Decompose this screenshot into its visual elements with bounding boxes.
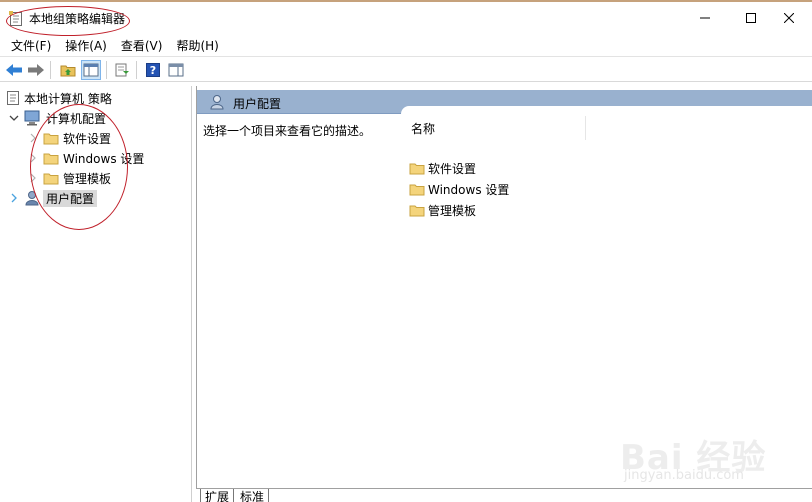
tree-item-label: 管理模板 [63, 171, 112, 186]
toolbar-separator [50, 61, 51, 79]
show-tree-button[interactable] [81, 60, 101, 80]
toolbar-separator [106, 61, 107, 79]
folder-icon [409, 184, 425, 195]
export-list-button[interactable] [112, 60, 132, 80]
tree-item-local-policy[interactable]: 本地计算机 策略 [6, 88, 112, 108]
folder-icon [43, 133, 59, 144]
user-icon [25, 191, 39, 206]
list-item-label: 软件设置 [428, 161, 477, 176]
tree-item-software-settings[interactable]: 软件设置 [43, 128, 111, 148]
chevron-right-icon[interactable] [28, 173, 38, 183]
chevron-right-icon[interactable] [9, 193, 19, 203]
back-icon [6, 64, 22, 76]
menu-bar: 文件(F) 操作(A) 查看(V) 帮助(H) [0, 34, 812, 56]
title-bar: 本地组策略编辑器 [0, 0, 812, 36]
up-folder-icon [60, 65, 76, 77]
tab-extended[interactable]: 扩展 [200, 489, 235, 502]
computer-icon [24, 110, 40, 126]
list-item-label: Windows 设置 [428, 182, 510, 197]
show-tree-icon [83, 63, 99, 77]
column-header-name[interactable]: 名称 [411, 120, 435, 137]
close-button[interactable] [766, 2, 812, 34]
tree-item-user-config[interactable]: 用户配置 [24, 188, 98, 208]
tree-item-computer-config[interactable]: 计算机配置 [24, 108, 106, 128]
description-text: 选择一个项目来查看它的描述。 [203, 124, 372, 138]
tree-item-windows-settings[interactable]: Windows 设置 [43, 148, 144, 168]
tree-item-label: 用户配置 [43, 189, 98, 207]
maximize-icon [746, 13, 756, 23]
menu-view[interactable]: 查看(V) [114, 34, 170, 56]
tab-standard[interactable]: 标准 [236, 489, 270, 502]
column-divider[interactable] [585, 116, 586, 140]
view-tabs: 扩展 标准 [196, 488, 812, 502]
item-list: 名称 软件设置 Windows 设置 管理模板 [401, 106, 812, 488]
up-folder-button[interactable] [58, 60, 78, 80]
tree-item-label: 软件设置 [63, 131, 112, 146]
back-button[interactable] [4, 60, 24, 80]
chevron-down-icon[interactable] [9, 113, 19, 123]
user-icon [210, 95, 224, 110]
minimize-icon [700, 17, 710, 19]
close-icon [784, 13, 794, 23]
folder-icon [43, 153, 59, 164]
result-pane-title: 用户配置 [233, 97, 282, 111]
show-action-pane-button[interactable] [166, 60, 186, 80]
folder-icon [409, 205, 425, 216]
folder-icon [43, 173, 59, 184]
policy-document-icon [7, 91, 19, 105]
menu-file[interactable]: 文件(F) [4, 34, 58, 56]
tree-item-label: 计算机配置 [46, 111, 107, 126]
export-list-icon [115, 63, 129, 77]
menu-help[interactable]: 帮助(H) [169, 34, 225, 56]
list-item[interactable]: 管理模板 [409, 200, 476, 220]
svg-text:?: ? [150, 64, 156, 77]
chevron-right-icon[interactable] [28, 133, 38, 143]
policy-document-icon [9, 11, 22, 26]
folder-icon [409, 163, 425, 174]
minimize-button[interactable] [682, 2, 728, 34]
tree-item-label: 本地计算机 策略 [24, 91, 112, 106]
forward-icon [28, 64, 44, 76]
result-pane: 用户配置 选择一个项目来查看它的描述。 名称 软件设置 Windows 设置 管… [196, 86, 812, 488]
toolbar: ? [0, 56, 812, 82]
tree-item-admin-templates[interactable]: 管理模板 [43, 168, 111, 188]
help-icon: ? [146, 63, 160, 77]
window-title: 本地组策略编辑器 [29, 12, 126, 26]
list-item[interactable]: 软件设置 [409, 158, 476, 178]
menu-action[interactable]: 操作(A) [58, 34, 114, 56]
list-item-label: 管理模板 [428, 203, 477, 218]
tree-item-label: Windows 设置 [63, 151, 145, 166]
console-tree: 本地计算机 策略 计算机配置 软件设置 Windows 设置 管理模板 用户配置 [0, 86, 192, 502]
toolbar-separator [136, 61, 137, 79]
help-button[interactable]: ? [143, 60, 163, 80]
list-item[interactable]: Windows 设置 [409, 179, 509, 199]
show-action-pane-icon [168, 63, 184, 77]
chevron-right-icon[interactable] [28, 153, 38, 163]
forward-button[interactable] [26, 60, 46, 80]
